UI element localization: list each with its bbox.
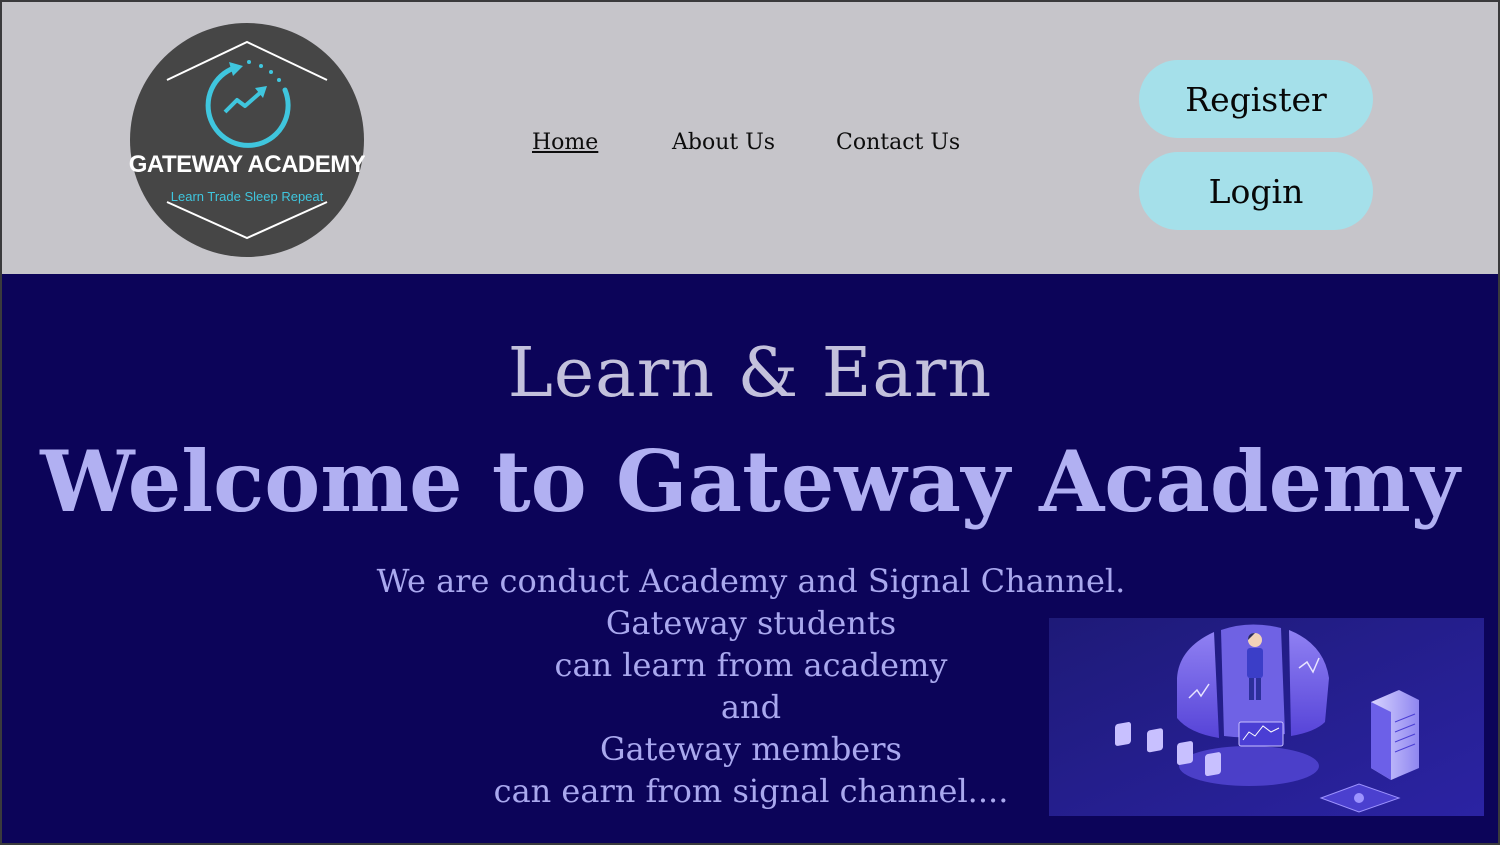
logo-tagline: Learn Trade Sleep Repeat xyxy=(171,189,324,204)
hero-subtitle: Learn & Earn xyxy=(507,334,993,413)
site-header: GATEWAY ACADEMY Learn Trade Sleep Repeat… xyxy=(2,2,1498,274)
register-button[interactable]: Register xyxy=(1139,60,1373,138)
logo-title: GATEWAY ACADEMY xyxy=(129,151,365,178)
trader-dashboard-illustration xyxy=(1049,618,1484,816)
gateway-academy-logo[interactable]: GATEWAY ACADEMY Learn Trade Sleep Repeat xyxy=(129,22,365,258)
description-line: We are conduct Academy and Signal Channe… xyxy=(376,562,1126,600)
page: GATEWAY ACADEMY Learn Trade Sleep Repeat… xyxy=(2,2,1498,843)
nav-home-link[interactable]: Home xyxy=(532,130,598,155)
hero-title: Welcome to Gateway Academy xyxy=(40,432,1460,531)
nav-contact-us-link[interactable]: Contact Us xyxy=(836,130,960,155)
nav-about-us-link[interactable]: About Us xyxy=(672,130,775,155)
login-button[interactable]: Login xyxy=(1139,152,1373,230)
